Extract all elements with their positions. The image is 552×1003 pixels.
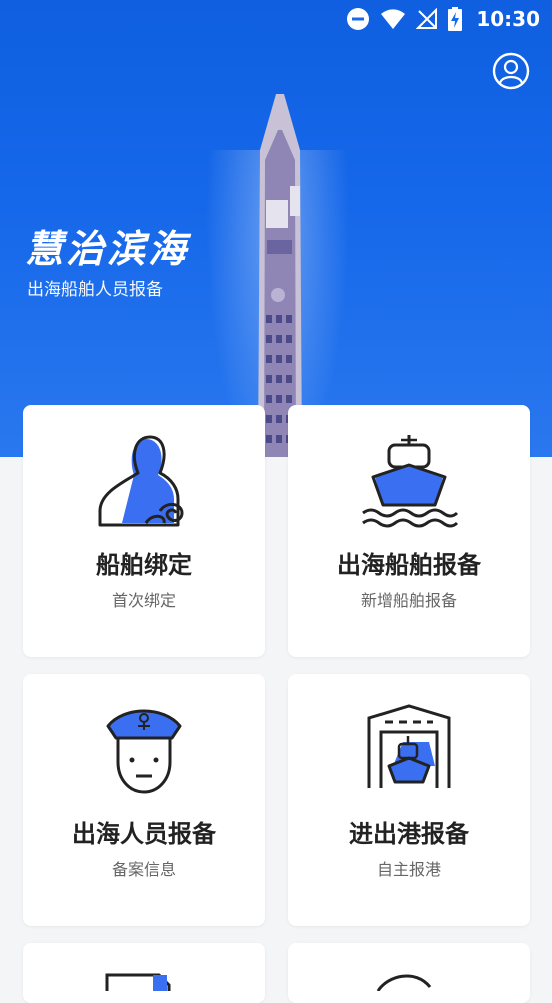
profile-button[interactable]: [492, 52, 530, 90]
arc-icon: [376, 974, 432, 991]
card-title: 船舶绑定: [96, 551, 192, 579]
document-icon: [105, 973, 171, 991]
card-title: 出海船舶报备: [337, 551, 481, 579]
card-ship-binding[interactable]: 船舶绑定 首次绑定: [23, 405, 265, 657]
hero-subtitle: 出海船舶人员报备: [27, 280, 163, 300]
do-not-disturb-icon: [347, 8, 370, 30]
card-title: 进出港报备: [349, 820, 469, 848]
no-signal-icon: [416, 8, 438, 29]
card-title: 出海人员报备: [72, 820, 216, 848]
battery-charging-icon: [448, 7, 463, 31]
card-subtitle: 新增船舶报备: [360, 591, 457, 610]
card-ship-report[interactable]: 出海船舶报备 新增船舶报备: [288, 405, 530, 657]
ship-waves-icon: [362, 435, 459, 528]
card-partial-right[interactable]: [288, 943, 530, 1003]
hero-title: 慧治滨海: [25, 227, 190, 271]
sailor-icon: [106, 709, 182, 794]
card-crew-report[interactable]: 出海人员报备 备案信息: [23, 674, 265, 926]
status-time: 10:30: [476, 7, 540, 31]
status-bar: 10:30: [0, 0, 552, 38]
ship-image: [258, 94, 302, 457]
hero-banner: 10:30 慧治滨海 出海船舶人员报备: [0, 0, 552, 457]
card-subtitle: 自主报港: [376, 860, 441, 879]
wifi-icon: [381, 9, 406, 29]
card-port-report[interactable]: 进出港报备 自主报港: [288, 674, 530, 926]
person-rope-icon: [98, 435, 184, 527]
card-subtitle: 首次绑定: [111, 591, 176, 610]
card-subtitle: 备案信息: [111, 860, 176, 879]
harbor-ship-icon: [367, 704, 451, 788]
card-partial-left[interactable]: [23, 943, 265, 1003]
